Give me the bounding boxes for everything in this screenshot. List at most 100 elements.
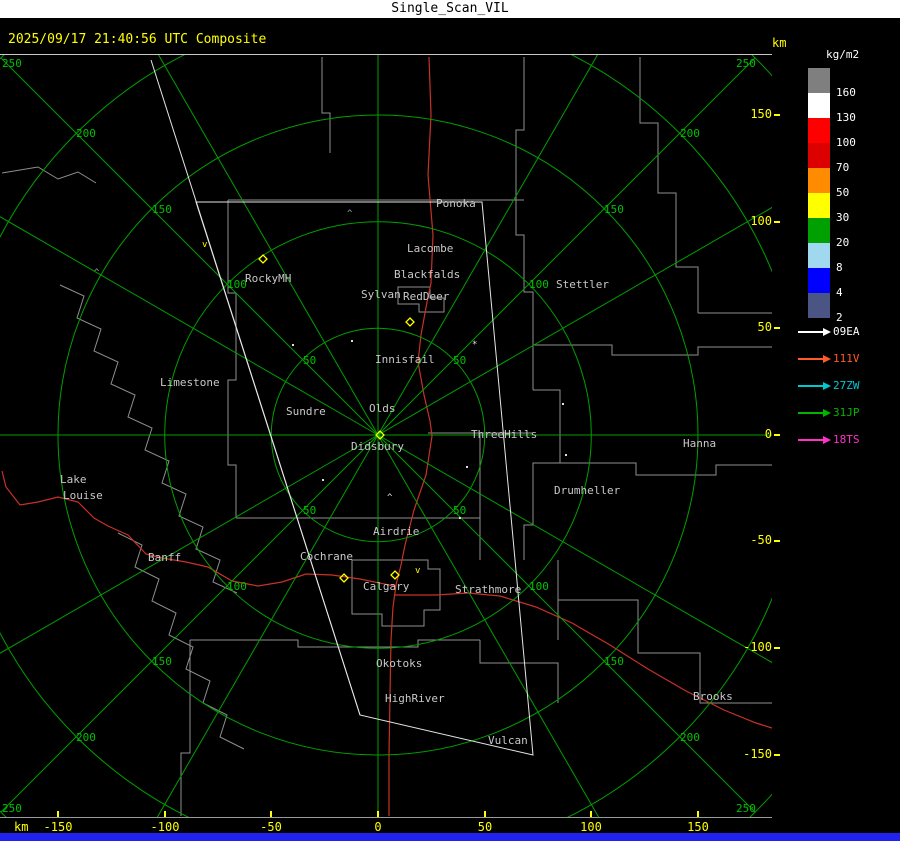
range-spoke-240: [0, 434, 379, 654]
city-label: Vulcan: [488, 734, 528, 747]
city-label: Okotoks: [376, 657, 422, 670]
scale-swatch: [808, 93, 830, 118]
scale-value: 100: [836, 136, 856, 149]
county-boundary: [515, 57, 534, 390]
highway-1-east: [394, 592, 772, 729]
ring-label: 250: [736, 802, 756, 815]
county-boundary: [479, 640, 559, 703]
right-axis-tick: [774, 434, 780, 436]
range-spoke-300: [0, 216, 379, 436]
city-label: Blackfalds: [394, 268, 460, 281]
legend-arrow: [798, 381, 831, 390]
scale-swatch: [808, 168, 830, 193]
range-spoke-210: [156, 434, 379, 818]
scale-unit-label: kg/m2: [826, 48, 860, 61]
city-label: Hanna: [683, 437, 716, 450]
ring-label: 50: [303, 354, 316, 367]
radar-site-marker: [258, 254, 268, 264]
city-label: ThreeHills: [471, 428, 537, 441]
legend-site-id: 27ZW: [833, 379, 860, 392]
ring-label: 100: [227, 278, 247, 291]
right-axis-unit: km: [772, 36, 787, 50]
scale-swatch: [808, 293, 830, 318]
bottom-axis-tick: [164, 811, 166, 817]
city-label: Innisfail: [375, 353, 435, 366]
ring-label: 150: [604, 655, 624, 668]
legend-site-id: 18TS: [833, 433, 860, 446]
county-boundary: [1, 166, 97, 184]
ring-label: 100: [227, 580, 247, 593]
ring-label: 50: [303, 504, 316, 517]
park-boundary: [59, 284, 238, 594]
city-label: HighRiver: [385, 692, 445, 705]
scale-value: 20: [836, 236, 850, 249]
city-label: Cochrane: [300, 550, 353, 563]
scale-value: 4: [836, 286, 843, 299]
scale-value: 130: [836, 111, 856, 124]
city-label: Lake: [60, 473, 87, 486]
right-axis-tick: [774, 540, 780, 542]
city-label: RockyMH: [245, 272, 291, 285]
status-bar: [0, 833, 900, 841]
city-label: Banff: [148, 551, 181, 564]
range-spoke-330: [158, 55, 379, 436]
town-dot-marker: [459, 517, 461, 519]
city-label: Ponoka: [436, 197, 476, 210]
bottom-axis-tick-label: 0: [374, 820, 382, 834]
vee-marker: v: [415, 566, 420, 576]
scale-value: 50: [836, 186, 850, 199]
town-dot-marker: [351, 340, 353, 342]
bottom-axis-tick: [377, 811, 379, 817]
legend-arrow: [798, 408, 831, 417]
caret-marker: ^: [387, 493, 393, 503]
town-dot-marker: [292, 344, 294, 346]
ring-label: 50: [453, 504, 466, 517]
ring-label: 150: [604, 203, 624, 216]
legend-arrow: [798, 435, 831, 444]
radar-map[interactable]: 50 100 150 200 250 50 100 150 200 250 50 100 150 200 2…: [0, 55, 772, 818]
city-label: Didsbury: [351, 440, 404, 453]
ring-label: 50: [453, 354, 466, 367]
bottom-axis-tick-label: -150: [43, 820, 73, 834]
right-axis-tick: [774, 114, 780, 116]
right-axis-tick: [774, 327, 780, 329]
ring-label: 250: [2, 802, 22, 815]
scale-swatch: [808, 218, 830, 243]
town-dot-marker: [565, 454, 567, 456]
scale-swatch: [808, 193, 830, 218]
bottom-axis-unit: km: [14, 820, 29, 834]
legend-arrow: [798, 354, 831, 363]
city-label: Louise: [63, 489, 103, 502]
range-spoke-225: [0, 434, 379, 813]
city-label: Calgary: [363, 580, 410, 593]
window-title-bar: Single_Scan_VIL: [0, 0, 900, 18]
bottom-axis-tick: [57, 811, 59, 817]
bottom-axis-tick-label: 150: [687, 820, 709, 834]
bottom-axis-tick: [270, 811, 272, 817]
scale-swatch: [808, 243, 830, 268]
legend-arrow: [798, 327, 831, 336]
right-axis-tick-label: 0: [764, 427, 772, 441]
city-label: Brooks: [693, 690, 733, 703]
city-label: Airdrie: [373, 525, 419, 538]
legend-site-id: 31JP: [833, 406, 860, 419]
city-label: Sundre: [286, 405, 326, 418]
ring-label: 250: [2, 57, 22, 70]
county-boundary: [523, 389, 561, 560]
county-boundary: [533, 462, 772, 476]
ring-label: 100: [529, 580, 549, 593]
site-markers: v v * ^ ^ ^: [94, 209, 567, 583]
legend-site-id: 09EA: [833, 325, 860, 338]
city-label: Olds: [369, 402, 396, 415]
right-axis-tick-label: -50: [750, 533, 772, 547]
city-boundary-calgary: [351, 559, 441, 627]
legend-site-row: 27ZW: [798, 372, 860, 399]
county-boundary: [557, 560, 772, 704]
right-axis-tick-label: 150: [750, 107, 772, 121]
town-dot-marker: [562, 403, 564, 405]
legend-site-row: 111V: [798, 345, 860, 372]
county-boundary: [227, 200, 237, 518]
bottom-axis-tick-label: 50: [477, 820, 493, 834]
ring-label: 200: [76, 731, 96, 744]
scan-timestamp: 2025/09/17 21:40:56 UTC Composite: [8, 32, 267, 47]
